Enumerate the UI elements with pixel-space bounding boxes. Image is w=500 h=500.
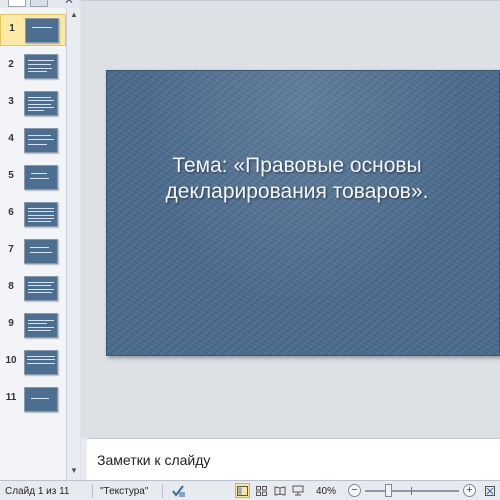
scroll-down-icon[interactable]: ▼: [69, 466, 79, 476]
close-pane-icon[interactable]: ✕: [64, 0, 74, 6]
current-slide[interactable]: Тема: «Правовые основы декларирования то…: [106, 70, 500, 356]
status-separator: [162, 484, 163, 498]
reading-view-icon[interactable]: [272, 483, 287, 498]
thumbnail-text-line: [28, 323, 48, 325]
slide-thumbnail[interactable]: [24, 239, 58, 264]
notes-placeholder: Заметки к слайду: [97, 452, 211, 468]
notes-pane[interactable]: Заметки к слайду: [87, 438, 500, 480]
slide-number: 5: [8, 170, 14, 181]
zoom-level[interactable]: 40%: [316, 486, 336, 497]
thumbnail-text-line: [31, 172, 48, 174]
slide-number: 10: [5, 355, 17, 366]
slide-thumbnail-row[interactable]: 6: [0, 199, 66, 231]
slide-thumbnail[interactable]: [24, 313, 58, 338]
thumbnail-text-line: [28, 100, 54, 102]
thumbnail-text-line: [31, 398, 49, 400]
thumbnail-text-line: [28, 134, 51, 136]
thumbnail-text-line: [28, 221, 51, 223]
slide-thumbnail[interactable]: [24, 387, 58, 412]
thumbnails-scrollbar[interactable]: ▲ ▼: [66, 8, 80, 480]
slide-number: 2: [8, 59, 14, 70]
zoom-out-button[interactable]: −: [348, 484, 361, 497]
thumbnail-text-line: [29, 177, 49, 179]
tab-slides[interactable]: [8, 0, 26, 7]
slide-thumbnails-list: 1 2 3 4 5 6 7 8 9 10 11: [0, 8, 66, 480]
zoom-slider-center-mark: [411, 487, 412, 495]
thumbnail-text-line: [28, 319, 54, 321]
slide-thumbnail-row[interactable]: 5: [0, 162, 66, 194]
slide-number: 7: [8, 244, 14, 255]
slide-number: 1: [9, 23, 15, 34]
slide-editing-area: Тема: «Правовые основы декларирования то…: [81, 0, 500, 437]
slide-thumbnail-row[interactable]: 1: [0, 14, 66, 46]
slide-thumbnail[interactable]: [24, 54, 58, 79]
thumbnail-text-line: [32, 27, 52, 29]
slide-thumbnail[interactable]: [24, 202, 58, 227]
slide-number: 3: [8, 96, 14, 107]
status-separator: [92, 484, 93, 498]
spellcheck-icon[interactable]: [171, 483, 186, 498]
thumbnail-text-line: [28, 110, 45, 112]
thumbnail-text-line: [28, 64, 51, 66]
thumbnail-text-line: [29, 246, 49, 248]
slide-number: 8: [8, 281, 14, 292]
thumbnail-text-line: [28, 217, 54, 219]
thumbnail-text-line: [28, 106, 54, 108]
slide-number: 6: [8, 207, 14, 218]
thumbnail-text-line: [28, 214, 54, 216]
slide-thumbnail[interactable]: [24, 165, 58, 190]
theme-name[interactable]: "Текстура": [100, 486, 148, 497]
slide-thumbnail-row[interactable]: 4: [0, 125, 66, 157]
scroll-up-icon[interactable]: ▲: [69, 10, 79, 20]
thumbnail-text-line: [26, 355, 56, 357]
normal-view-icon[interactable]: [235, 483, 250, 498]
thumbnail-text-line: [28, 59, 54, 61]
thumbnail-text-line: [26, 362, 56, 364]
slideshow-icon[interactable]: [290, 483, 305, 498]
thumbnail-text-line: [26, 359, 56, 361]
slide-number: 9: [8, 318, 14, 329]
slide-number: 4: [8, 133, 14, 144]
slide-thumbnail[interactable]: [24, 276, 58, 301]
thumbnail-text-line: [29, 251, 53, 253]
slide-thumbnail-row[interactable]: 11: [0, 384, 66, 416]
thumbnail-text-line: [28, 103, 51, 105]
tab-outline[interactable]: [30, 0, 48, 7]
slide-number: 11: [5, 392, 17, 403]
slide-thumbnail[interactable]: [24, 128, 58, 153]
zoom-slider-thumb[interactable]: [385, 484, 392, 497]
thumbnail-text-line: [28, 211, 54, 213]
thumbnail-text-line: [28, 281, 54, 283]
slide-thumbnail-row[interactable]: 2: [0, 51, 66, 83]
slide-sorter-icon[interactable]: [254, 483, 269, 498]
thumbnail-text-line: [28, 326, 54, 328]
thumbnail-text-line: [28, 71, 48, 73]
slide-thumbnail-row[interactable]: 3: [0, 88, 66, 120]
slide-thumbnail-row[interactable]: 7: [0, 236, 66, 268]
zoom-slider-track[interactable]: [365, 490, 459, 492]
status-bar: Слайд 1 из 11 "Текстура" 40% − +: [0, 480, 500, 500]
thumbnail-text-line: [28, 288, 54, 290]
slide-thumbnail[interactable]: [24, 350, 58, 375]
thumbnail-text-line: [28, 139, 54, 141]
thumbnail-text-line: [28, 285, 51, 287]
slide-thumbnail-row[interactable]: 8: [0, 273, 66, 305]
thumbnail-text-line: [28, 67, 53, 69]
fit-slide-icon[interactable]: [482, 483, 497, 498]
slide-thumbnail-row[interactable]: 9: [0, 310, 66, 342]
thumbnail-text-line: [28, 291, 53, 293]
slide-counter: Слайд 1 из 11: [5, 486, 70, 497]
zoom-in-button[interactable]: +: [463, 484, 476, 497]
thumbnail-text-line: [28, 330, 51, 332]
thumbnail-text-line: [28, 207, 54, 209]
thumbnail-text-line: [28, 143, 48, 145]
slide-thumbnail-row[interactable]: 10: [0, 347, 66, 379]
slide-thumbnail[interactable]: [24, 91, 58, 116]
slide-thumbnail[interactable]: [25, 18, 59, 43]
pane-tabs: ✕: [0, 0, 80, 8]
slides-pane: ✕ 1 2 3 4 5 6 7 8 9 10 11 ▲ ▼: [0, 0, 80, 480]
thumbnail-text-line: [28, 96, 51, 98]
slide-title[interactable]: Тема: «Правовые основы декларирования то…: [127, 153, 467, 205]
